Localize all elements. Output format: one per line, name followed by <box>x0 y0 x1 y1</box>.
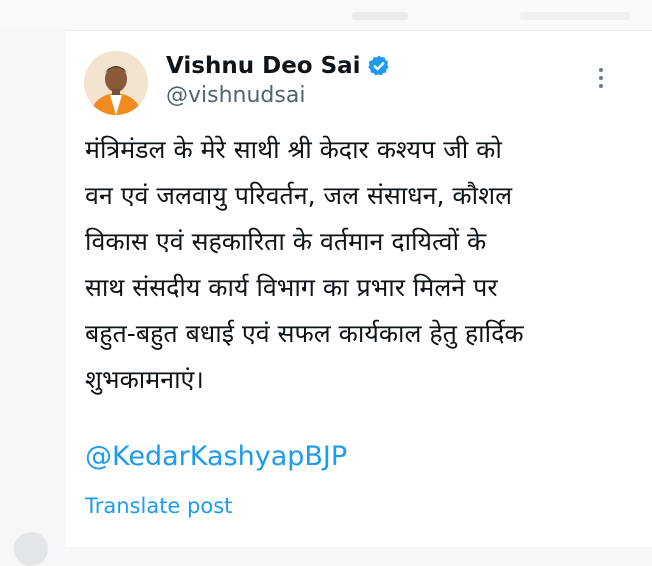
more-options-icon[interactable] <box>586 63 616 93</box>
avatar-image <box>84 51 148 115</box>
tweet-card: Vishnu Deo Sai @vishnudsai मंत्रिमंडल के… <box>66 30 652 547</box>
tweet-text: मंत्रिमंडल के मेरे साथी श्री केदार कश्यप… <box>85 135 524 394</box>
faint-label <box>352 12 408 20</box>
more-dot <box>599 68 603 72</box>
translate-post-link[interactable]: Translate post <box>85 494 232 518</box>
more-dot <box>599 84 603 88</box>
author-name[interactable]: Vishnu Deo Sai <box>166 53 361 79</box>
more-dot <box>599 76 603 80</box>
faint-bar <box>520 12 630 20</box>
verified-badge-icon[interactable] <box>367 54 391 78</box>
author-row: Vishnu Deo Sai <box>166 51 391 81</box>
avatar[interactable] <box>84 51 148 115</box>
mention-link[interactable]: @KedarKashyapBJP <box>85 441 347 472</box>
partial-avatar <box>14 532 48 566</box>
author-handle[interactable]: @vishnudsai <box>166 83 305 108</box>
top-strip <box>0 0 652 30</box>
